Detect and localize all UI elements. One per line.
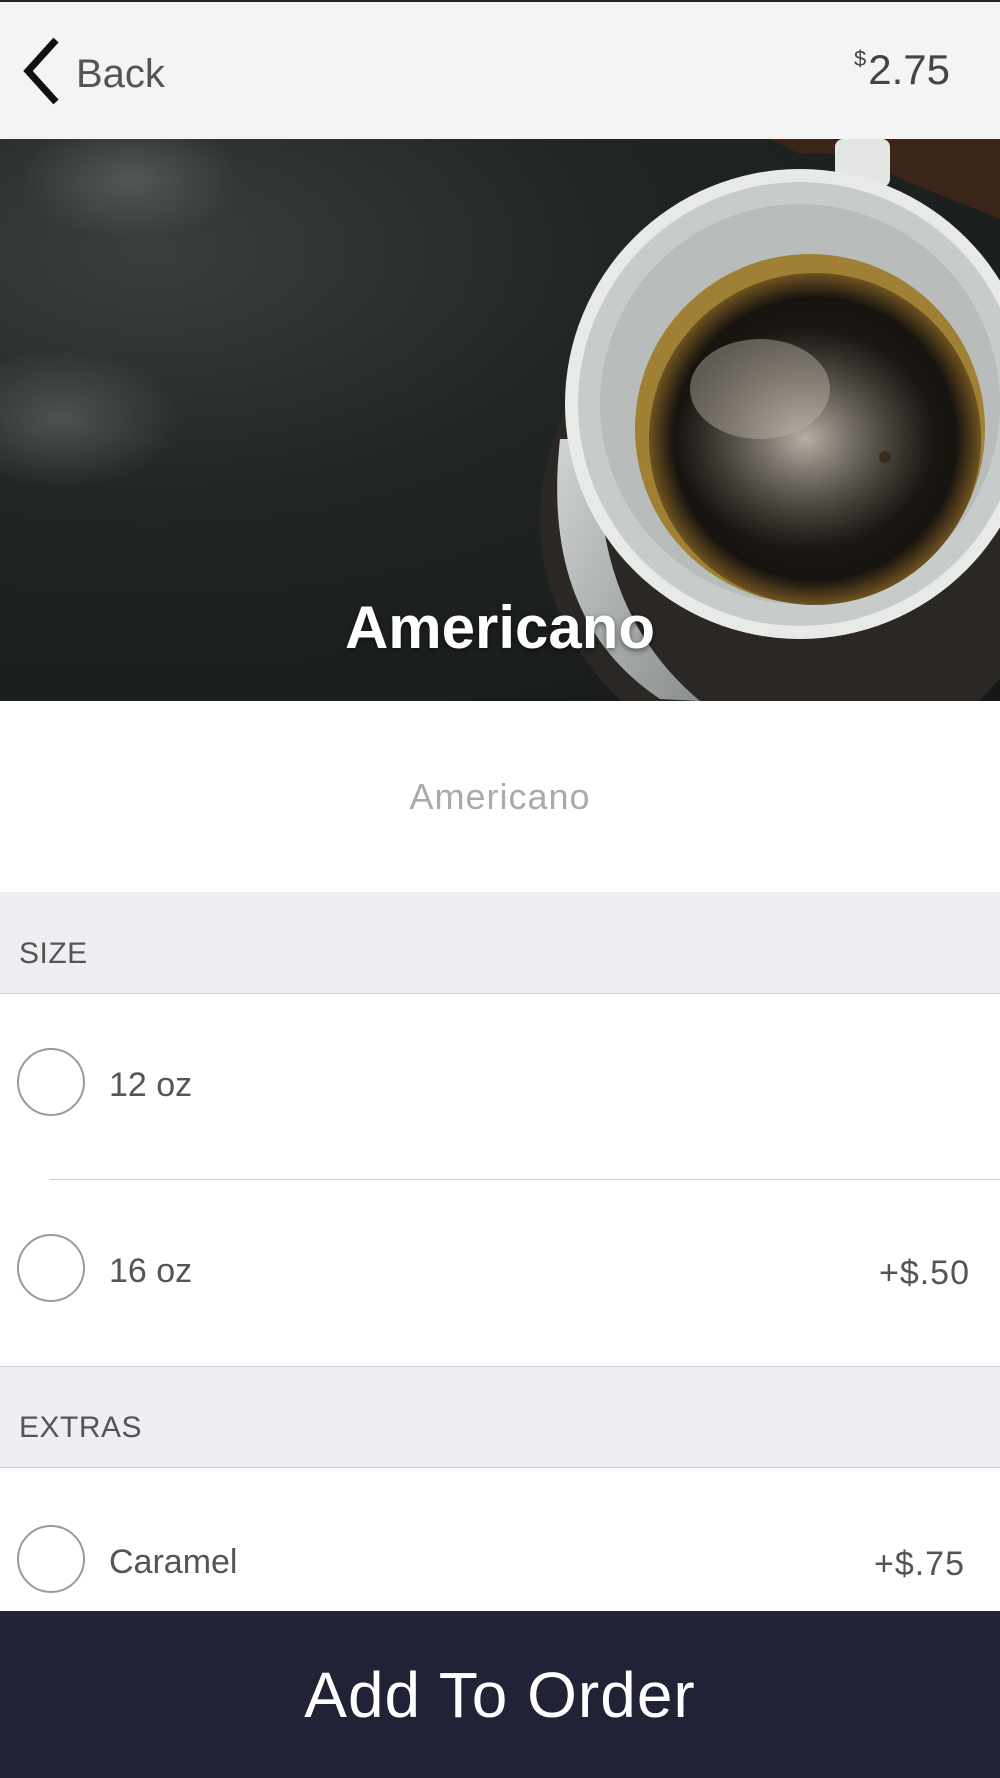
size-option-12oz[interactable]: 12 oz xyxy=(0,994,1000,1179)
option-label: 16 oz xyxy=(109,1252,193,1290)
size-option-16oz[interactable]: 16 oz +$.50 xyxy=(0,1180,1000,1366)
back-button[interactable]: Back xyxy=(22,36,165,106)
product-image: Americano xyxy=(0,139,1000,701)
chevron-left-icon xyxy=(22,36,62,106)
extras-section-title: EXTRAS xyxy=(19,1411,143,1444)
option-label: 12 oz xyxy=(109,1066,193,1104)
size-section-title: SIZE xyxy=(19,937,88,970)
top-bar: Back $2.75 xyxy=(0,0,1000,139)
option-label: Caramel xyxy=(109,1543,238,1581)
option-price: +$.50 xyxy=(878,1254,970,1292)
radio-button[interactable] xyxy=(17,1048,85,1116)
price-value: 2.75 xyxy=(868,46,950,93)
size-section-header: SIZE xyxy=(0,892,1000,994)
option-price: +$.75 xyxy=(873,1545,965,1583)
add-to-order-button[interactable]: Add To Order xyxy=(0,1611,1000,1778)
back-label: Back xyxy=(76,51,165,96)
price-currency: $ xyxy=(854,46,867,71)
hero-title: Americano xyxy=(344,594,656,661)
item-description: Americano xyxy=(409,775,591,817)
item-price: $2.75 xyxy=(854,46,950,94)
extras-section-header: EXTRAS xyxy=(0,1366,1000,1468)
radio-button[interactable] xyxy=(17,1234,85,1302)
extras-option-caramel[interactable]: Caramel +$.75 xyxy=(0,1468,1000,1611)
radio-button[interactable] xyxy=(17,1525,85,1593)
